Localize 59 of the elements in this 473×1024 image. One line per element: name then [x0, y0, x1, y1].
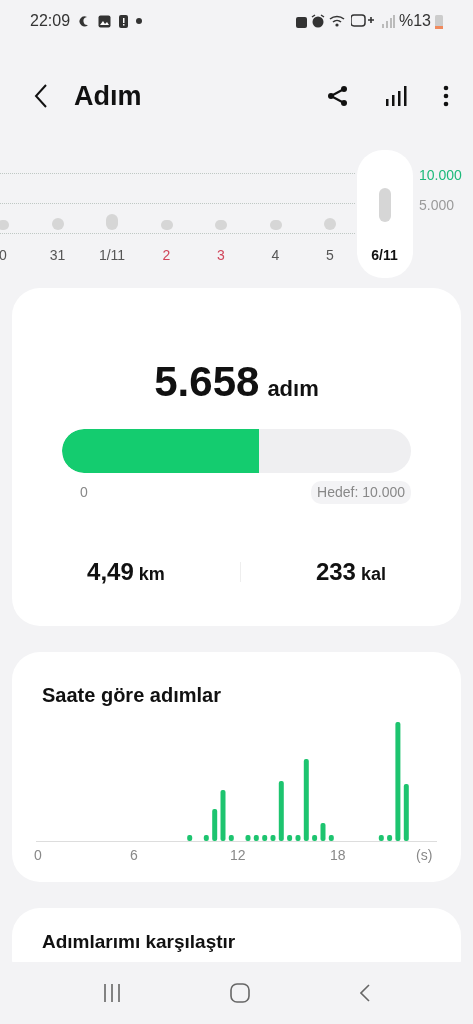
day-steps-bar	[0, 220, 9, 230]
day-steps-bar	[324, 218, 336, 230]
battery-icon	[435, 13, 443, 29]
day-column[interactable]: 3	[196, 150, 246, 278]
share-icon	[327, 85, 349, 107]
day-steps-bar	[378, 188, 391, 222]
day-steps-bar	[215, 220, 227, 230]
axis-label: 6	[130, 846, 138, 865]
day-steps-bar	[269, 220, 282, 230]
goal-line-label: 5.000	[419, 196, 455, 215]
day-label: 3	[216, 246, 226, 265]
card-title: Adımlarımı karşılaştır	[42, 930, 237, 954]
back-icon	[360, 984, 371, 1002]
step-count: 5.658	[154, 357, 260, 407]
alarm-icon	[310, 14, 325, 28]
axis-label: 18	[330, 846, 346, 865]
clock-text: 22:09	[30, 11, 71, 31]
day-column[interactable]: 5	[305, 150, 355, 278]
battery-alert-icon	[119, 14, 129, 28]
day-column[interactable]: 0	[0, 150, 28, 278]
stat-unit: kal	[360, 563, 386, 586]
stat-value: 4,49	[87, 557, 134, 587]
stat-value: 233	[315, 557, 356, 587]
hd-voice-icon	[350, 14, 377, 28]
battery-text: %13	[398, 11, 431, 31]
step-unit: adım	[267, 375, 319, 403]
more-icon	[443, 85, 449, 107]
recent-apps-icon	[102, 984, 121, 1002]
back-icon	[34, 84, 48, 108]
day-label: 1/11	[97, 246, 127, 265]
day-label: 2	[161, 246, 172, 265]
image-icon	[98, 14, 112, 28]
day-steps-bar	[160, 220, 173, 230]
selected-day-pill[interactable]: 6/11	[356, 150, 413, 278]
day-steps-bar	[51, 218, 64, 230]
day-label: 31	[48, 246, 67, 265]
axis-label: 0	[34, 846, 42, 865]
page-title: Adım	[74, 79, 142, 113]
day-label: 4	[270, 246, 281, 265]
home-icon	[230, 983, 251, 1003]
axis-label: (s)	[416, 846, 433, 865]
chart-title: Saate göre adımlar	[42, 683, 222, 708]
axis-label: 12	[230, 846, 246, 865]
dot-icon	[136, 18, 143, 24]
day-column[interactable]: 4	[250, 150, 301, 278]
day-label: 0	[0, 246, 8, 265]
day-label: 6/11	[370, 246, 399, 265]
day-column[interactable]: 31	[32, 150, 83, 278]
day-steps-bar	[106, 214, 118, 230]
day-column[interactable]: 1/11	[87, 150, 137, 278]
bar-chart-icon	[385, 85, 407, 107]
stat-unit: km	[138, 563, 165, 586]
day-label: 5	[325, 246, 335, 265]
signal-icon	[380, 14, 395, 28]
wifi-icon	[328, 14, 347, 28]
progress-min-label: 0	[80, 483, 88, 502]
goal-label: Hedef: 10.000	[311, 481, 411, 504]
goal-line-label: 10.000	[419, 166, 462, 185]
day-column[interactable]: 2	[141, 150, 192, 278]
